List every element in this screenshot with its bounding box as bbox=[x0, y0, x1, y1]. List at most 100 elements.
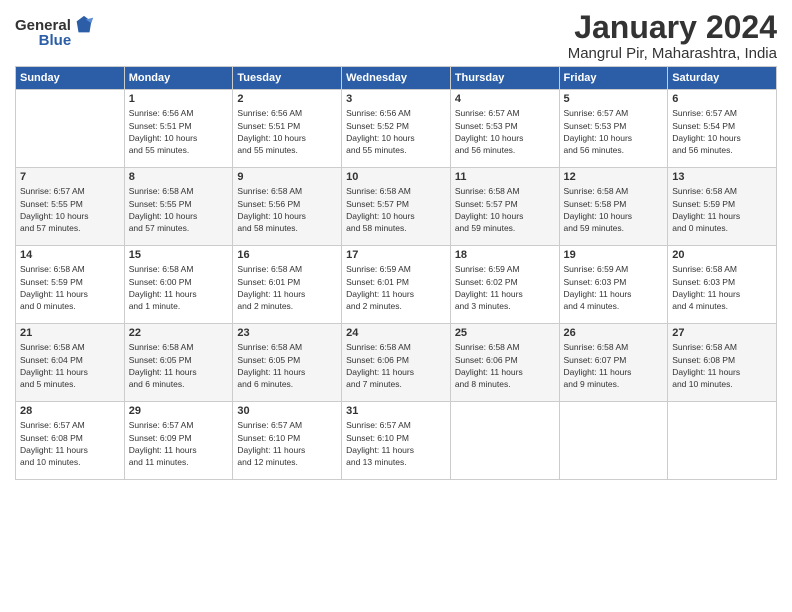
day-number: 10 bbox=[346, 171, 446, 183]
table-row: 11Sunrise: 6:58 AMSunset: 5:57 PMDayligh… bbox=[450, 168, 559, 246]
day-number: 21 bbox=[20, 327, 120, 339]
cell-content: Sunrise: 6:58 AMSunset: 6:00 PMDaylight:… bbox=[129, 263, 229, 312]
logo-icon bbox=[73, 14, 95, 36]
table-row: 24 Sunrise: 6:58 AMSunset: 6:06 PMDayligh… bbox=[342, 324, 451, 402]
cell-content: Sunrise: 6:57 AMSunset: 6:08 PMDaylight:… bbox=[20, 419, 120, 468]
cell-content: Sunrise: 6:58 AMSunset: 5:59 PMDaylight:… bbox=[672, 185, 772, 234]
cell-content: Sunrise: 6:57 AMSunset: 6:10 PMDaylight:… bbox=[237, 419, 337, 468]
table-row: 31 Sunrise: 6:57 AMSunset: 6:10 PMDayligh… bbox=[342, 402, 451, 480]
col-sunday: Sunday bbox=[16, 67, 125, 90]
day-number: 1 bbox=[129, 93, 229, 105]
day-number: 17 bbox=[346, 249, 446, 261]
cell-content: Sunrise: 6:59 AMSunset: 6:01 PMDaylight:… bbox=[346, 263, 446, 312]
table-row: 22 Sunrise: 6:58 AMSunset: 6:05 PMDayligh… bbox=[124, 324, 233, 402]
table-row: 29 Sunrise: 6:57 AMSunset: 6:09 PMDayligh… bbox=[124, 402, 233, 480]
day-number: 24 bbox=[346, 327, 446, 339]
table-row: 12 Sunrise: 6:58 AMSunset: 5:58 PMDayligh… bbox=[559, 168, 668, 246]
week-row: 14 Sunrise: 6:58 AMSunset: 5:59 PMDayligh… bbox=[16, 246, 777, 324]
cell-content: Sunrise: 6:58 AMSunset: 6:04 PMDaylight:… bbox=[20, 341, 120, 390]
cell-content: Sunrise: 6:58 AMSunset: 5:58 PMDaylight:… bbox=[564, 185, 664, 234]
table-row: 1Sunrise: 6:56 AMSunset: 5:51 PMDaylight… bbox=[124, 90, 233, 168]
col-tuesday: Tuesday bbox=[233, 67, 342, 90]
day-number: 18 bbox=[455, 249, 555, 261]
table-row: 30 Sunrise: 6:57 AMSunset: 6:10 PMDayligh… bbox=[233, 402, 342, 480]
cell-content: Sunrise: 6:57 AMSunset: 6:10 PMDaylight:… bbox=[346, 419, 446, 468]
day-number: 12 bbox=[564, 171, 664, 183]
day-number: 8 bbox=[129, 171, 229, 183]
col-thursday: Thursday bbox=[450, 67, 559, 90]
table-row: 14 Sunrise: 6:58 AMSunset: 5:59 PMDayligh… bbox=[16, 246, 125, 324]
week-row: 28 Sunrise: 6:57 AMSunset: 6:08 PMDayligh… bbox=[16, 402, 777, 480]
table-row: 27Sunrise: 6:58 AMSunset: 6:08 PMDayligh… bbox=[668, 324, 777, 402]
header: General Blue January 2024 Mangrul Pir, M… bbox=[15, 10, 777, 62]
day-number: 5 bbox=[564, 93, 664, 105]
table-row: 19 Sunrise: 6:59 AMSunset: 6:03 PMDayligh… bbox=[559, 246, 668, 324]
day-number: 19 bbox=[564, 249, 664, 261]
day-number: 28 bbox=[20, 405, 120, 417]
day-number: 14 bbox=[20, 249, 120, 261]
table-row: 25Sunrise: 6:58 AMSunset: 6:06 PMDayligh… bbox=[450, 324, 559, 402]
day-number: 11 bbox=[455, 171, 555, 183]
cell-content: Sunrise: 6:57 AMSunset: 6:09 PMDaylight:… bbox=[129, 419, 229, 468]
cell-content: Sunrise: 6:58 AMSunset: 6:03 PMDaylight:… bbox=[672, 263, 772, 312]
cell-content: Sunrise: 6:56 AMSunset: 5:51 PMDaylight:… bbox=[237, 107, 337, 156]
table-row: 4 Sunrise: 6:57 AMSunset: 5:53 PMDaylight… bbox=[450, 90, 559, 168]
day-number: 31 bbox=[346, 405, 446, 417]
calendar-table: Sunday Monday Tuesday Wednesday Thursday… bbox=[15, 66, 777, 480]
cell-content: Sunrise: 6:58 AMSunset: 6:05 PMDaylight:… bbox=[237, 341, 337, 390]
table-row: 18 Sunrise: 6:59 AMSunset: 6:02 PMDayligh… bbox=[450, 246, 559, 324]
cell-content: Sunrise: 6:59 AMSunset: 6:03 PMDaylight:… bbox=[564, 263, 664, 312]
title-block: January 2024 Mangrul Pir, Maharashtra, I… bbox=[568, 10, 777, 62]
day-number: 15 bbox=[129, 249, 229, 261]
cell-content: Sunrise: 6:58 AMSunset: 6:05 PMDaylight:… bbox=[129, 341, 229, 390]
table-row bbox=[668, 402, 777, 480]
location-title: Mangrul Pir, Maharashtra, India bbox=[568, 45, 777, 62]
table-row: 28 Sunrise: 6:57 AMSunset: 6:08 PMDayligh… bbox=[16, 402, 125, 480]
week-row: 7 Sunrise: 6:57 AMSunset: 5:55 PMDaylight… bbox=[16, 168, 777, 246]
cell-content: Sunrise: 6:58 AMSunset: 6:06 PMDaylight:… bbox=[346, 341, 446, 390]
day-number: 4 bbox=[455, 93, 555, 105]
table-row: 26 Sunrise: 6:58 AMSunset: 6:07 PMDayligh… bbox=[559, 324, 668, 402]
cell-content: Sunrise: 6:58 AMSunset: 5:55 PMDaylight:… bbox=[129, 185, 229, 234]
cell-content: Sunrise: 6:57 AMSunset: 5:53 PMDaylight:… bbox=[455, 107, 555, 156]
cell-content: Sunrise: 6:58 AMSunset: 5:57 PMDaylight:… bbox=[346, 185, 446, 234]
cell-content: Sunrise: 6:57 AMSunset: 5:55 PMDaylight:… bbox=[20, 185, 120, 234]
cell-content: Sunrise: 6:58 AMSunset: 5:56 PMDaylight:… bbox=[237, 185, 337, 234]
day-number: 2 bbox=[237, 93, 337, 105]
col-monday: Monday bbox=[124, 67, 233, 90]
cell-content: Sunrise: 6:58 AMSunset: 6:01 PMDaylight:… bbox=[237, 263, 337, 312]
table-row: 6Sunrise: 6:57 AMSunset: 5:54 PMDaylight… bbox=[668, 90, 777, 168]
table-row: 8 Sunrise: 6:58 AMSunset: 5:55 PMDaylight… bbox=[124, 168, 233, 246]
day-number: 3 bbox=[346, 93, 446, 105]
day-number: 7 bbox=[20, 171, 120, 183]
day-number: 23 bbox=[237, 327, 337, 339]
day-number: 26 bbox=[564, 327, 664, 339]
header-row: Sunday Monday Tuesday Wednesday Thursday… bbox=[16, 67, 777, 90]
table-row: 13 Sunrise: 6:58 AMSunset: 5:59 PMDayligh… bbox=[668, 168, 777, 246]
month-title: January 2024 bbox=[568, 10, 777, 45]
table-row: 10 Sunrise: 6:58 AMSunset: 5:57 PMDayligh… bbox=[342, 168, 451, 246]
table-row: 17 Sunrise: 6:59 AMSunset: 6:01 PMDayligh… bbox=[342, 246, 451, 324]
table-row bbox=[559, 402, 668, 480]
table-row bbox=[450, 402, 559, 480]
cell-content: Sunrise: 6:59 AMSunset: 6:02 PMDaylight:… bbox=[455, 263, 555, 312]
table-row: 20 Sunrise: 6:58 AMSunset: 6:03 PMDayligh… bbox=[668, 246, 777, 324]
cell-content: Sunrise: 6:58 AMSunset: 6:08 PMDaylight:… bbox=[672, 341, 772, 390]
col-saturday: Saturday bbox=[668, 67, 777, 90]
col-friday: Friday bbox=[559, 67, 668, 90]
table-row: 15 Sunrise: 6:58 AMSunset: 6:00 PMDayligh… bbox=[124, 246, 233, 324]
table-row: 16 Sunrise: 6:58 AMSunset: 6:01 PMDayligh… bbox=[233, 246, 342, 324]
day-number: 13 bbox=[672, 171, 772, 183]
cell-content: Sunrise: 6:58 AMSunset: 6:06 PMDaylight:… bbox=[455, 341, 555, 390]
day-number: 22 bbox=[129, 327, 229, 339]
day-number: 29 bbox=[129, 405, 229, 417]
logo-blue: Blue bbox=[39, 32, 72, 49]
cell-content: Sunrise: 6:58 AMSunset: 6:07 PMDaylight:… bbox=[564, 341, 664, 390]
cell-content: Sunrise: 6:58 AMSunset: 5:59 PMDaylight:… bbox=[20, 263, 120, 312]
day-number: 20 bbox=[672, 249, 772, 261]
day-number: 16 bbox=[237, 249, 337, 261]
cell-content: Sunrise: 6:56 AMSunset: 5:52 PMDaylight:… bbox=[346, 107, 446, 156]
day-number: 9 bbox=[237, 171, 337, 183]
cell-content: Sunrise: 6:57 AMSunset: 5:54 PMDaylight:… bbox=[672, 107, 772, 156]
day-number: 30 bbox=[237, 405, 337, 417]
